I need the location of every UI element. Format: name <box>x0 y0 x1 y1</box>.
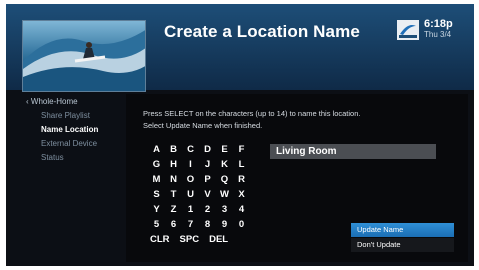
keyboard-row: YZ1234 <box>148 202 252 217</box>
name-location-panel: Press SELECT on the characters (up to 14… <box>126 94 468 262</box>
keyboard-key[interactable]: T <box>165 187 182 202</box>
keyboard-key[interactable]: 0 <box>233 217 250 232</box>
tv-screen: Create a Location Name 6:18p Thu 3/4 ‹ W… <box>6 4 474 266</box>
keyboard-key[interactable]: K <box>216 157 233 172</box>
keyboard-key[interactable]: B <box>165 142 182 157</box>
keyboard-key[interactable]: DEL <box>209 232 228 247</box>
keyboard-key[interactable]: Z <box>165 202 182 217</box>
action-buttons: Update Name Don't Update <box>351 223 454 253</box>
keyboard-row: MNOPQR <box>148 172 252 187</box>
keyboard-key[interactable]: U <box>182 187 199 202</box>
keyboard-key[interactable]: SPC <box>180 232 200 247</box>
keyboard-row: ABCDEF <box>148 142 252 157</box>
keyboard-key[interactable]: V <box>199 187 216 202</box>
keyboard-key[interactable]: J <box>199 157 216 172</box>
keyboard-row: STUVWX <box>148 187 252 202</box>
sidebar-item-share-playlist[interactable]: Share Playlist <box>26 109 130 123</box>
keyboard-key[interactable]: 5 <box>148 217 165 232</box>
keyboard-row: GHIJKL <box>148 157 252 172</box>
keyboard-key[interactable]: W <box>216 187 233 202</box>
clock-date: Thu 3/4 <box>424 30 452 39</box>
keyboard-row: CLR SPC DEL <box>148 232 252 247</box>
sidebar-item-status[interactable]: Status <box>26 151 130 165</box>
keyboard-key[interactable]: Q <box>216 172 233 187</box>
keyboard-key[interactable]: E <box>216 142 233 157</box>
sidebar-menu: ‹ Whole-Home Share Playlist Name Locatio… <box>26 95 130 165</box>
chevron-left-icon: ‹ <box>26 97 29 106</box>
keyboard-key[interactable]: C <box>182 142 199 157</box>
page-title: Create a Location Name <box>164 22 360 41</box>
keyboard-key[interactable]: F <box>233 142 250 157</box>
directv-logo-icon <box>397 20 419 40</box>
sidebar-back-item[interactable]: ‹ Whole-Home <box>26 95 130 109</box>
live-tv-preview <box>22 20 146 92</box>
instructions-line-1: Press SELECT on the characters (up to 14… <box>143 109 361 118</box>
keyboard-key[interactable]: 3 <box>216 202 233 217</box>
dont-update-button[interactable]: Don't Update <box>351 238 454 252</box>
keyboard-key[interactable]: L <box>233 157 250 172</box>
sidebar-item-name-location[interactable]: Name Location <box>26 123 130 137</box>
keyboard-key[interactable]: 7 <box>182 217 199 232</box>
keyboard-key[interactable]: 9 <box>216 217 233 232</box>
keyboard-key[interactable]: 2 <box>199 202 216 217</box>
instructions-line-2: Select Update Name when finished. <box>143 121 263 130</box>
instructions-text: Press SELECT on the characters (up to 14… <box>143 108 443 132</box>
sidebar-item-external-device[interactable]: External Device <box>26 137 130 151</box>
keyboard-key[interactable]: I <box>182 157 199 172</box>
keyboard-key[interactable]: 6 <box>165 217 182 232</box>
clock-time: 6:18p <box>424 18 453 30</box>
keyboard-key[interactable]: S <box>148 187 165 202</box>
keyboard-key[interactable]: 4 <box>233 202 250 217</box>
keyboard-key[interactable]: A <box>148 142 165 157</box>
keyboard-key[interactable]: D <box>199 142 216 157</box>
sidebar-back-label: Whole-Home <box>30 97 78 106</box>
keyboard-key[interactable]: H <box>165 157 182 172</box>
keyboard-key[interactable]: P <box>199 172 216 187</box>
keyboard-key[interactable]: CLR <box>150 232 170 247</box>
keyboard-key[interactable]: 1 <box>182 202 199 217</box>
keyboard-key[interactable]: N <box>165 172 182 187</box>
location-name-field[interactable]: Living Room <box>270 144 436 159</box>
keyboard-key[interactable]: X <box>233 187 250 202</box>
on-screen-keyboard: A B C D E F G H I J K L M N O P Q R S T U V W X Y Z 1 2 3 4 5 6 7 8 9 0 CLR S… <box>148 142 252 247</box>
keyboard-row: 567890 <box>148 217 252 232</box>
update-name-button[interactable]: Update Name <box>351 223 454 237</box>
keyboard-key[interactable]: G <box>148 157 165 172</box>
keyboard-key[interactable]: M <box>148 172 165 187</box>
keyboard-key[interactable]: Y <box>148 202 165 217</box>
keyboard-key[interactable]: R <box>233 172 250 187</box>
keyboard-key[interactable]: O <box>182 172 199 187</box>
keyboard-key[interactable]: 8 <box>199 217 216 232</box>
